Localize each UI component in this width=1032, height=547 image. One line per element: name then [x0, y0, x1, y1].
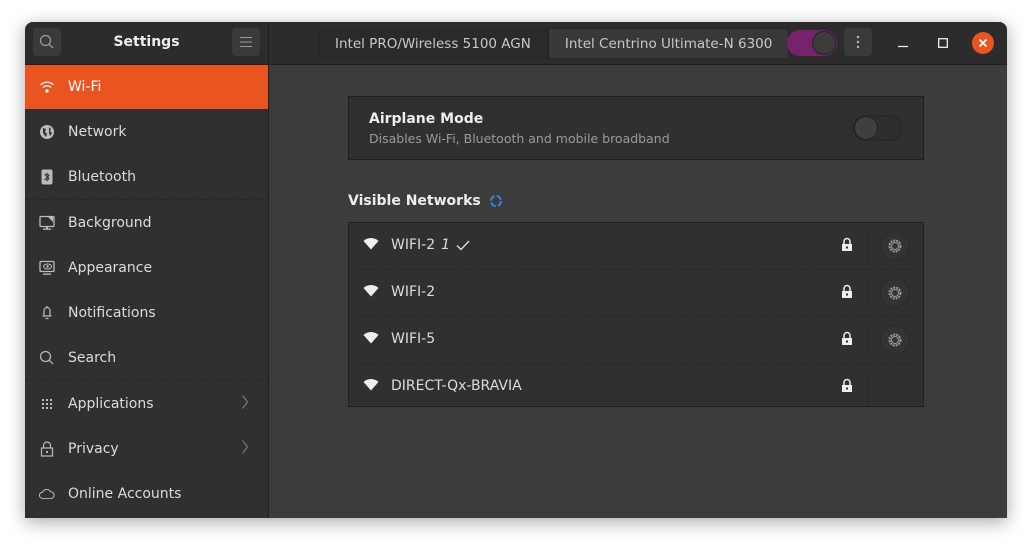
maximize-button[interactable]: [932, 32, 954, 54]
lock-icon: [842, 378, 852, 392]
lock-icon: [842, 237, 852, 251]
sidebar-item-label: Bluetooth: [68, 168, 136, 185]
sidebar-item-background[interactable]: Background: [25, 200, 268, 245]
sidebar-header: Settings: [25, 22, 269, 64]
network-settings-button[interactable]: [880, 325, 910, 355]
network-settings-button[interactable]: [880, 231, 910, 261]
sidebar-item-label: Notifications: [68, 304, 156, 321]
airplane-mode-subtitle: Disables Wi-Fi, Bluetooth and mobile bro…: [369, 131, 670, 146]
network-name: DIRECT-Qx-BRAVIA: [391, 378, 522, 394]
network-list: WIFI-2 1 WIFI-2 WIFI-5 DIRECT-Qx-BRAVIA: [348, 222, 924, 407]
sidebar-item-online-accounts[interactable]: Online Accounts: [25, 471, 268, 516]
grid-icon: [39, 396, 55, 412]
toggle-knob: [854, 116, 878, 140]
sidebar-item-bluetooth[interactable]: Bluetooth: [25, 154, 268, 200]
minimize-button[interactable]: [892, 32, 914, 54]
network-suffix: 1: [441, 237, 451, 253]
wifi-panel: Airplane Mode Disables Wi-Fi, Bluetooth …: [269, 65, 1007, 518]
sidebar-item-label: Search: [68, 349, 117, 366]
tab-adapter-2[interactable]: Intel Centrino Ultimate-N 6300: [547, 28, 790, 59]
airplane-mode-row: Airplane Mode Disables Wi-Fi, Bluetooth …: [348, 96, 924, 160]
monitor-icon: [39, 215, 55, 231]
cloud-icon: [39, 486, 55, 502]
globe-icon: [39, 124, 55, 140]
gear-icon: [888, 239, 902, 253]
wifi-icon: [39, 79, 55, 95]
adapter-tabs: Intel PRO/Wireless 5100 AGN Intel Centri…: [318, 28, 790, 59]
sidebar-item-label: Applications: [68, 395, 154, 412]
sidebar-item-notifications[interactable]: Notifications: [25, 290, 268, 335]
appearance-icon: [39, 260, 55, 276]
gear-icon: [888, 333, 902, 347]
sidebar-item-label: Online Accounts: [68, 485, 182, 502]
maximize-icon: [938, 38, 948, 48]
network-row[interactable]: DIRECT-Qx-BRAVIA: [349, 364, 923, 410]
airplane-mode-title: Airplane Mode: [369, 111, 484, 127]
visible-networks-heading: Visible Networks: [348, 193, 503, 209]
network-settings-button[interactable]: [880, 278, 910, 308]
more-options-button[interactable]: [844, 28, 872, 56]
spinner-icon: [489, 195, 502, 207]
sidebar-item-search[interactable]: Search: [25, 335, 268, 381]
network-name: WIFI-5: [391, 331, 436, 347]
wifi-signal-icon: [363, 238, 379, 250]
tab-adapter-1[interactable]: Intel PRO/Wireless 5100 AGN: [318, 28, 548, 59]
wifi-signal-icon: [363, 285, 379, 297]
sidebar-item-privacy[interactable]: Privacy: [25, 426, 268, 471]
sidebar-item-label: Background: [68, 214, 152, 231]
visible-networks-title: Visible Networks: [348, 193, 481, 209]
sidebar-item-label: Appearance: [68, 259, 153, 276]
chevron-right-icon: [242, 439, 249, 458]
bluetooth-icon: [39, 169, 55, 185]
wifi-signal-icon: [363, 332, 379, 344]
sidebar-item-applications[interactable]: Applications: [25, 381, 268, 426]
settings-window: Settings Intel PRO/Wireless 5100 AGN Int…: [25, 22, 1007, 518]
wifi-signal-icon: [363, 379, 379, 391]
sidebar-item-label: Privacy: [68, 440, 119, 457]
sidebar-item-appearance[interactable]: Appearance: [25, 245, 268, 290]
chevron-right-icon: [242, 394, 249, 413]
network-row[interactable]: WIFI-5: [349, 317, 923, 364]
bell-icon: [39, 305, 55, 321]
vertical-ellipsis-icon: [856, 35, 860, 49]
lock-icon: [842, 284, 852, 298]
airplane-mode-toggle[interactable]: [853, 115, 903, 141]
wifi-power-toggle[interactable]: [787, 30, 837, 56]
header-bar: Settings Intel PRO/Wireless 5100 AGN Int…: [25, 22, 1007, 65]
divider: [868, 230, 869, 262]
toggle-knob: [812, 31, 836, 55]
sidebar: Wi-Fi Network Bluetooth Background Appea…: [25, 65, 269, 518]
main-menu-button[interactable]: [232, 28, 260, 56]
close-button[interactable]: [972, 32, 994, 54]
checkmark-icon: [456, 240, 470, 251]
sidebar-item-wifi[interactable]: Wi-Fi: [25, 65, 268, 109]
sidebar-item-label: Network: [68, 123, 127, 140]
sidebar-item-label: Wi-Fi: [68, 79, 102, 95]
network-row[interactable]: WIFI-2 1: [349, 223, 923, 270]
minimize-icon: [898, 45, 908, 48]
close-icon: [978, 38, 988, 48]
divider: [868, 371, 869, 403]
network-name: WIFI-2: [391, 237, 436, 253]
gear-icon: [888, 286, 902, 300]
network-name: WIFI-2: [391, 284, 436, 300]
lock-icon: [39, 440, 55, 457]
lock-icon: [842, 331, 852, 345]
divider: [868, 324, 869, 356]
divider: [868, 277, 869, 309]
sidebar-item-network[interactable]: Network: [25, 109, 268, 154]
hamburger-icon: [240, 37, 252, 47]
search-icon: [39, 350, 55, 366]
network-row[interactable]: WIFI-2: [349, 270, 923, 317]
